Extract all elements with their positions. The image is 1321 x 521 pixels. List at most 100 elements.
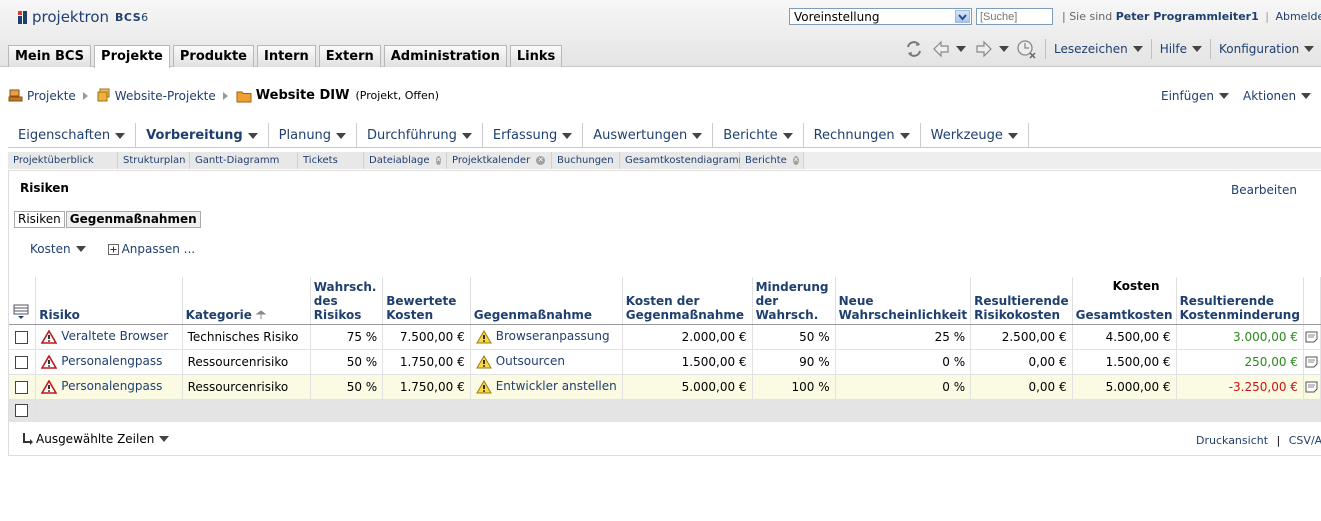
project-menubar: Eigenschaften Vorbereitung Planung Durch… <box>8 123 1321 148</box>
breadcrumb-projects[interactable]: Projekte <box>27 89 76 103</box>
col-minderung-wahrsch[interactable]: Minderung der Wahrsch. <box>752 277 836 325</box>
subtab-buchungen[interactable]: Buchungen <box>552 152 620 169</box>
risk-link[interactable]: Personalengpass <box>61 354 162 368</box>
user-name[interactable]: Peter Programmleiter1 <box>1116 10 1259 23</box>
actions-menu[interactable]: Aktionen <box>1243 89 1312 103</box>
config-menu[interactable]: Konfiguration <box>1219 42 1315 56</box>
col-bewertete-kosten[interactable]: Bewertete Kosten <box>382 277 471 325</box>
insert-menu[interactable]: Einfügen <box>1161 89 1229 103</box>
chevron-down-icon[interactable] <box>955 10 970 23</box>
preset-select[interactable]: Voreinstellung <box>789 8 972 25</box>
view-tab-gegenmassnahmen[interactable]: Gegenmaßnahmen <box>65 211 201 228</box>
menu-planung[interactable]: Planung <box>269 123 358 148</box>
select-all-checkbox[interactable] <box>15 404 28 417</box>
measure-link[interactable]: Browseranpassung <box>496 329 610 343</box>
table-row[interactable]: Veraltete Browser Technisches Risiko 75 % 7… <box>9 324 1321 350</box>
col-wahrsch-risikos[interactable]: Wahrsch. des Risikos <box>310 277 384 325</box>
bookmarks-menu[interactable]: Lesezeichen <box>1054 42 1143 56</box>
menu-auswertungen[interactable]: Auswertungen <box>583 123 714 148</box>
csv-link[interactable]: CSV/Ansicht <box>1289 434 1321 447</box>
subtab-berichte[interactable]: Berichte ✕ <box>740 152 804 169</box>
col-resultierende-kostenminderung[interactable]: Resultierende Kostenminderung <box>1176 277 1304 325</box>
select-all-column[interactable] <box>9 277 37 325</box>
col-kosten-gegenmassnahme[interactable]: Kosten der Gegenmaßnahme <box>622 277 753 325</box>
help-menu[interactable]: Hilfe <box>1160 42 1203 56</box>
app-logo[interactable]: projektron BCS6 <box>18 8 149 26</box>
tab-links[interactable]: Links <box>509 45 563 67</box>
breadcrumb-website-projects[interactable]: Website-Projekte <box>115 89 216 103</box>
col-gesamtkosten[interactable]: Kosten Gesamtkosten <box>1072 277 1177 325</box>
subtab-strukturplan[interactable]: Strukturplan <box>118 152 190 169</box>
row-checkbox[interactable] <box>15 355 28 369</box>
table-toolbar: Kosten Anpassen ... <box>30 242 195 256</box>
col-risiko[interactable]: Risiko <box>35 277 183 325</box>
risk-link[interactable]: Veraltete Browser <box>61 329 168 343</box>
col-neue-wahrscheinlichkeit[interactable]: Neue Wahrscheinlichkeit <box>835 277 972 325</box>
menu-erfassung[interactable]: Erfassung <box>483 123 584 148</box>
tab-projekte[interactable]: Projekte <box>94 45 170 68</box>
history-clear-icon[interactable] <box>1015 38 1037 60</box>
tab-intern[interactable]: Intern <box>256 45 316 67</box>
subtab-gesamtkostendiagramm[interactable]: Gesamtkostendiagramm <box>620 152 748 169</box>
cost-saving-cell: 250,00 € <box>1176 349 1304 375</box>
back-history-caret-icon[interactable] <box>956 46 966 52</box>
search-input[interactable] <box>976 8 1053 25</box>
logo-mark-icon <box>18 10 28 24</box>
refresh-icon[interactable] <box>903 38 925 60</box>
top-bar: projektron BCS6 Voreinstellung | Sie sin… <box>0 0 1321 68</box>
total-cost-cell: 4.500,00 € <box>1072 324 1177 350</box>
total-cost-cell: 1.500,00 € <box>1072 349 1177 375</box>
measure-link[interactable]: Outsourcen <box>496 354 565 368</box>
col-resultierende-risikokosten[interactable]: Resultierende Risikokosten <box>970 277 1073 325</box>
projects-icon <box>8 88 23 103</box>
customize-link[interactable]: Anpassen ... <box>122 242 196 256</box>
menu-vorbereitung[interactable]: Vorbereitung <box>136 123 269 148</box>
col-kategorie[interactable]: Kategorie <box>182 277 311 325</box>
chevron-down-icon <box>247 132 258 139</box>
view-tab-risiken[interactable]: Risiken <box>14 211 65 228</box>
print-view-link[interactable]: Druckansicht <box>1196 434 1268 447</box>
chevron-down-icon <box>1218 93 1229 99</box>
tab-extern[interactable]: Extern <box>318 45 381 67</box>
cost-filter-menu[interactable]: Kosten <box>30 242 86 256</box>
forward-history-caret-icon[interactable] <box>999 46 1009 52</box>
subtab-tickets[interactable]: Tickets <box>298 152 364 169</box>
subtab-dateiablage[interactable]: Dateiablage ✕ <box>364 152 447 169</box>
tab-mein-bcs[interactable]: Mein BCS <box>8 45 92 67</box>
subtab-projektkalender[interactable]: Projektkalender ✕ <box>447 152 552 169</box>
category-cell: Ressourcenrisiko <box>182 374 311 400</box>
close-icon[interactable]: ✕ <box>536 156 546 165</box>
menu-berichte[interactable]: Berichte <box>713 123 804 148</box>
menu-eigenschaften[interactable]: Eigenschaften <box>8 123 137 148</box>
close-icon[interactable]: ✕ <box>435 156 442 165</box>
col-gegenmassnahme[interactable]: Gegenmaßnahme <box>470 277 623 325</box>
note-icon[interactable] <box>1303 324 1321 350</box>
row-checkbox[interactable] <box>15 380 28 394</box>
menu-werkzeuge[interactable]: Werkzeuge <box>921 123 1029 148</box>
breadcrumb: Projekte Website-Projekte Website DIW (P… <box>8 88 439 103</box>
note-icon[interactable] <box>1303 374 1321 400</box>
plus-box-icon[interactable] <box>107 243 119 255</box>
table-row[interactable]: Personalengpass Ressourcenrisiko 50 % 1.750… <box>9 374 1321 400</box>
close-icon[interactable]: ✕ <box>792 156 799 165</box>
view-tabs: Risiken Gegenmaßnahmen <box>14 211 202 228</box>
menu-durchfuehrung[interactable]: Durchführung <box>357 123 483 148</box>
note-icon[interactable] <box>1303 349 1321 375</box>
back-arrow-icon[interactable] <box>931 39 951 59</box>
menu-rechnungen[interactable]: Rechnungen <box>804 123 921 148</box>
forward-arrow-icon[interactable] <box>974 39 994 59</box>
risk-link[interactable]: Personalengpass <box>61 379 162 393</box>
row-checkbox[interactable] <box>15 330 28 344</box>
subtab-gantt-diagramm[interactable]: Gantt-Diagramm <box>190 152 298 169</box>
table-row[interactable]: Personalengpass Ressourcenrisiko 50 % 1.750… <box>9 349 1321 375</box>
chevron-down-icon <box>159 436 170 442</box>
logout-link[interactable]: Abmelden <box>1275 10 1321 23</box>
measure-warning-icon <box>475 379 492 394</box>
sort-icon <box>255 310 266 319</box>
edit-link[interactable]: Bearbeiten <box>1231 183 1297 197</box>
tab-produkte[interactable]: Produkte <box>172 45 254 67</box>
subtab-projektueberblick[interactable]: Projektüberblick <box>8 152 118 169</box>
measure-link[interactable]: Entwickler anstellen <box>496 379 617 393</box>
selected-rows-menu[interactable]: Ausgewählte Zeilen <box>22 432 170 446</box>
tab-administration[interactable]: Administration <box>383 45 507 67</box>
